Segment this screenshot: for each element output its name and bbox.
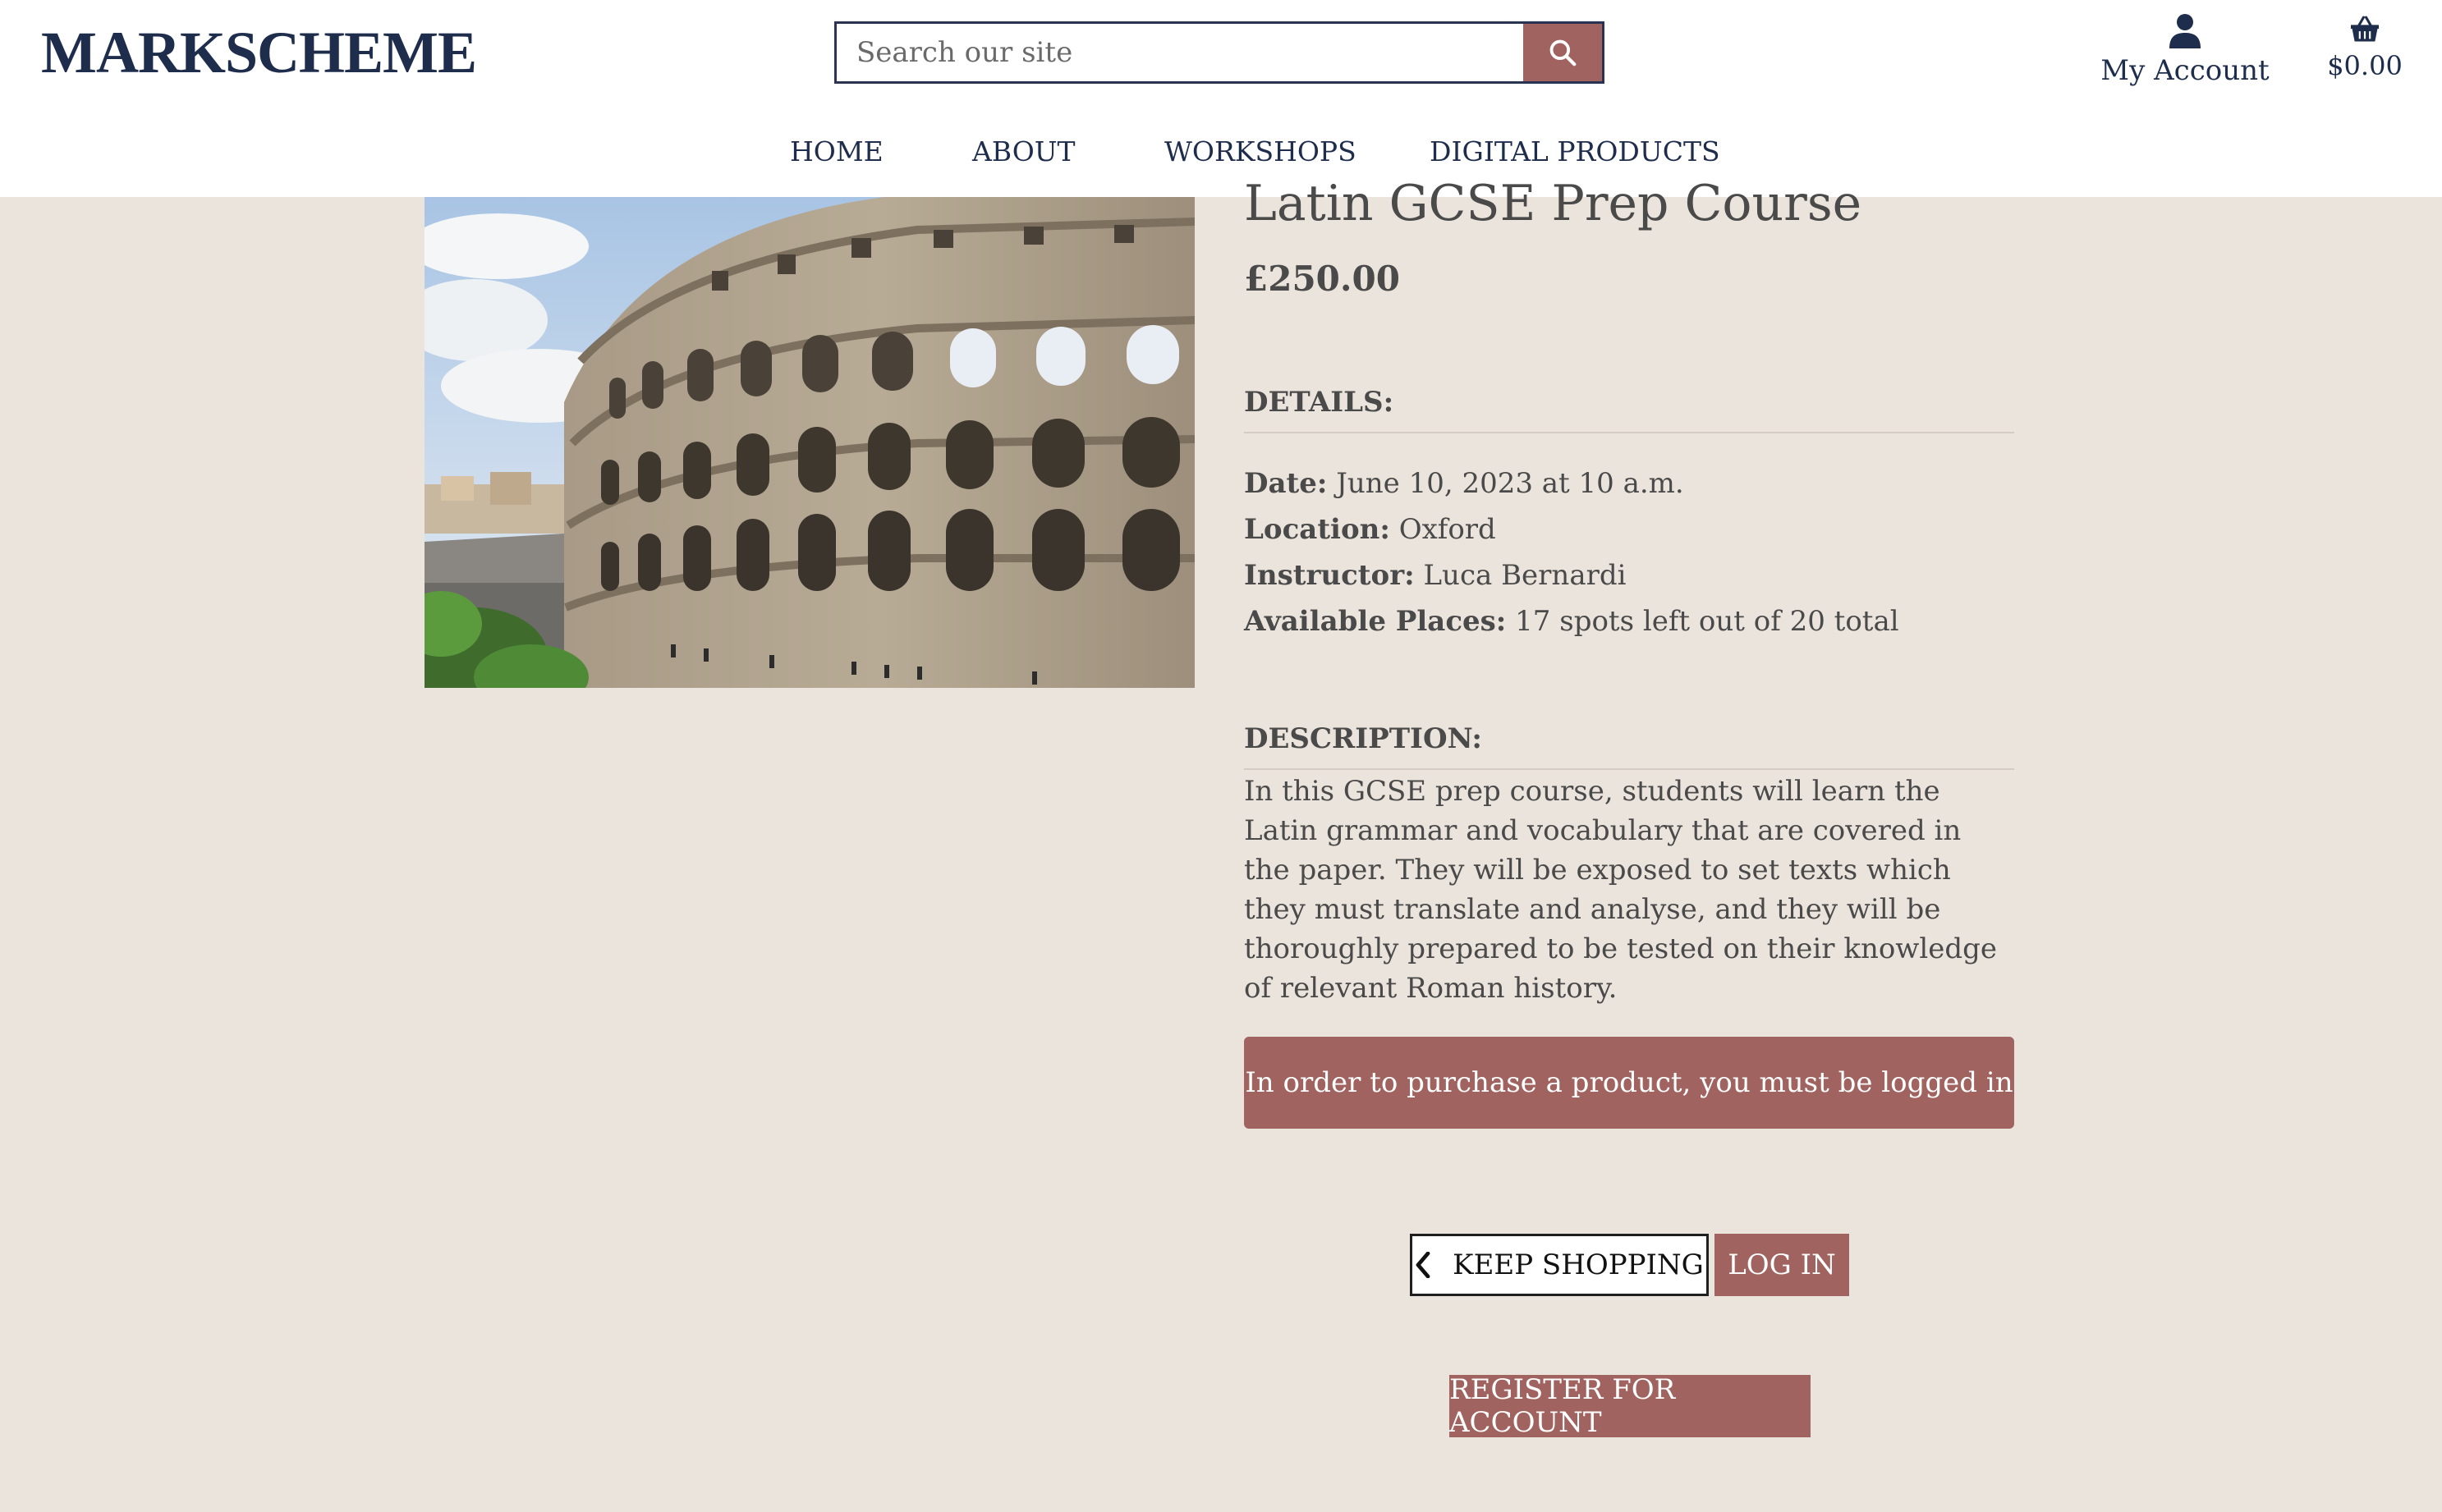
register-label: REGISTER FOR ACCOUNT (1449, 1373, 1676, 1439)
colosseum-image (425, 197, 1195, 688)
user-icon (2169, 14, 2201, 48)
basket-icon (2351, 16, 2379, 42)
detail-available-places-value: 17 spots left out of 20 total (1515, 605, 1899, 638)
chevron-left-icon (1416, 1252, 1430, 1278)
cart-total: $0.00 (2327, 50, 2403, 81)
log-in-label: LOG IN (1728, 1249, 1836, 1281)
details-list: Date: June 10, 2023 at 10 a.m. Location:… (1244, 460, 2014, 644)
detail-date-value: June 10, 2023 at 10 a.m. (1336, 467, 1684, 500)
product-description: In this GCSE prep course, students will … (1244, 775, 1998, 1005)
register-account-button[interactable]: REGISTER FOR ACCOUNT (1449, 1373, 1811, 1439)
product-price: £250.00 (1244, 259, 1400, 299)
keep-shopping-button[interactable]: KEEP SHOPPING (1410, 1234, 1709, 1296)
log-in-button[interactable]: LOG IN (1714, 1234, 1849, 1296)
main-nav: HOME ABOUT WORKSHOPS DIGITAL PRODUCTS (0, 131, 2442, 172)
detail-location-value: Oxford (1398, 513, 1496, 546)
description-heading: DESCRIPTION: (1244, 721, 2014, 770)
my-account-label: My Account (2100, 54, 2270, 87)
cart-link[interactable]: $0.00 (2322, 15, 2408, 82)
detail-instructor-value: Luca Bernardi (1423, 559, 1627, 592)
site-logo[interactable]: MARKSCHEME (41, 18, 477, 87)
detail-available-places: Available Places: 17 spots left out of 2… (1244, 598, 2014, 644)
keep-shopping-label: KEEP SHOPPING (1453, 1249, 1704, 1281)
detail-instructor-label: Instructor: (1244, 559, 1415, 592)
detail-available-places-label: Available Places: (1244, 605, 1507, 638)
my-account-link[interactable]: My Account (2094, 13, 2276, 87)
search-bar (834, 21, 1604, 84)
product-title: Latin GCSE Prep Course (1244, 175, 1862, 232)
nav-home[interactable]: HOME (790, 131, 884, 172)
details-heading: DETAILS: (1244, 384, 2014, 433)
nav-digital-products[interactable]: DIGITAL PRODUCTS (1430, 131, 1720, 172)
nav-about[interactable]: ABOUT (972, 131, 1076, 172)
site-header: MARKSCHEME My Account $0.00 HOME ABOUT (0, 0, 2442, 197)
search-icon (1549, 39, 1577, 66)
product-image (425, 197, 1195, 688)
detail-date: Date: June 10, 2023 at 10 a.m. (1244, 460, 2014, 506)
nav-workshops[interactable]: WORKSHOPS (1164, 131, 1356, 172)
detail-location-label: Location: (1244, 513, 1390, 546)
search-button[interactable] (1523, 24, 1602, 81)
detail-location: Location: Oxford (1244, 506, 2014, 552)
search-input[interactable] (837, 24, 1525, 81)
detail-instructor: Instructor: Luca Bernardi (1244, 552, 2014, 598)
detail-date-label: Date: (1244, 467, 1328, 500)
login-required-notice: In order to purchase a product, you must… (1244, 1037, 2014, 1129)
